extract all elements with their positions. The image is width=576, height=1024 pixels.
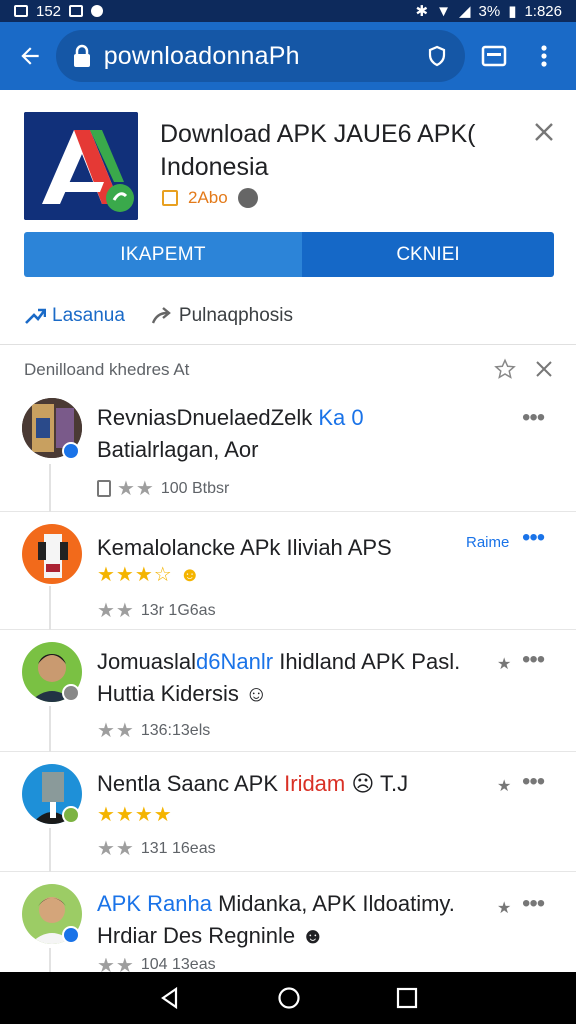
emoji-icon: ☻ xyxy=(179,564,202,586)
home-nav-icon[interactable] xyxy=(277,986,301,1010)
tab-bar: Lasanua Pulnaqphosis xyxy=(24,300,293,332)
close-icon[interactable] xyxy=(535,360,553,378)
lock-icon xyxy=(73,44,90,67)
star-rating-icon: ★★ xyxy=(97,838,135,860)
overflow-menu-icon[interactable] xyxy=(524,36,564,76)
app-meta: 2Abo xyxy=(162,188,258,208)
action-buttons: IKAPEMT CKNIEI xyxy=(24,232,554,277)
cancel-button[interactable]: CKNIEI xyxy=(302,232,554,277)
tab-label: Pulnaqphosis xyxy=(178,305,293,326)
star-rating-icon: ★★★★ xyxy=(97,804,173,826)
item-meta: 13r 1G6as xyxy=(140,601,216,619)
system-nav-bar xyxy=(0,972,576,1024)
list-item[interactable]: Nentla Saanc APK Iridam ☹ T.J ★★★★ ★ •••… xyxy=(0,752,576,872)
more-options-icon[interactable]: ••• xyxy=(522,646,545,674)
item-title: APK Ranha Midanka, APK Ildoatimy. Hrdiar… xyxy=(97,891,455,948)
app-logo-icon[interactable] xyxy=(24,112,138,220)
verified-badge-icon xyxy=(62,926,80,944)
item-title: RevniasDnuelaedZelk Ka 0 Batialrlagan, A… xyxy=(97,405,364,462)
trend-icon xyxy=(25,308,46,324)
bookmark-icon xyxy=(97,480,111,497)
more-options-icon[interactable]: ••• xyxy=(522,524,545,552)
list-item[interactable]: Kemalolancke APk Iliviah APS ★★★☆ ☻ Raim… xyxy=(0,512,576,630)
item-title: Kemalolancke APk Iliviah APS xyxy=(97,535,392,560)
tab-pulnaqphosis[interactable]: Pulnaqphosis xyxy=(151,305,293,327)
more-options-icon[interactable]: ••• xyxy=(522,768,545,796)
shield-icon[interactable] xyxy=(425,44,449,68)
star-rating-icon: ★★★☆ ☻ xyxy=(97,564,202,586)
emoji-icon: ☺ xyxy=(238,681,268,706)
tabs-button[interactable] xyxy=(475,36,515,76)
more-options-icon[interactable]: ••• xyxy=(522,890,545,918)
avatar xyxy=(22,524,82,584)
item-rating: ★★ 104 13eas xyxy=(97,958,216,972)
verified-badge-icon xyxy=(62,806,80,824)
item-rating: ★★ 136:13els xyxy=(97,720,211,742)
app-card: Download APK JAUE6 APK( Indonesia 2Abo I… xyxy=(0,90,576,345)
url-text: pownloadonnaPh xyxy=(103,41,300,70)
clock: 1:826 xyxy=(524,2,562,20)
star-rating-icon: ★★ xyxy=(97,720,135,742)
list-item[interactable]: RevniasDnuelaedZelk Ka 0 Batialrlagan, A… xyxy=(0,392,576,512)
status-left-text: 152 xyxy=(36,2,62,20)
list-item[interactable]: Jomuaslald6Nanlr Ihidland APK Pasl. Hutt… xyxy=(0,630,576,752)
item-title: Jomuaslald6Nanlr Ihidland APK Pasl. Hutt… xyxy=(97,649,461,706)
close-icon[interactable] xyxy=(530,118,558,146)
item-title: Nentla Saanc APK Iridam ☹ T.J xyxy=(97,771,409,796)
list-item[interactable]: APK Ranha Midanka, APK Ildoatimy. Hrdiar… xyxy=(0,872,576,972)
signal-icon: ◢ xyxy=(458,3,471,20)
star-icon[interactable]: ★ xyxy=(497,776,511,796)
bluetooth-icon: ✱ xyxy=(415,3,429,20)
battery-icon: ▮ xyxy=(508,3,517,20)
back-nav-icon[interactable] xyxy=(158,986,182,1010)
section-title: Denilloand khedres At xyxy=(24,360,190,379)
notification-icon-3 xyxy=(91,5,104,17)
star-rating-icon: ★★ xyxy=(117,478,155,500)
play-badge-icon xyxy=(62,684,80,702)
wifi-icon: ▼ xyxy=(436,2,451,20)
back-arrow-icon[interactable] xyxy=(12,38,48,74)
verified-badge-icon xyxy=(62,442,80,460)
status-bar: 152 ✱ ▼ ◢ 3% ▮ 1:826 xyxy=(0,0,576,22)
battery-text: 3% xyxy=(478,2,501,20)
share-arrow-icon xyxy=(151,307,171,324)
install-button[interactable]: IKAPEMT xyxy=(24,232,302,277)
emoji-icon: ☻ xyxy=(295,923,325,948)
browser-toolbar: pownloadonnaPh xyxy=(0,22,576,90)
star-icon[interactable]: ★ xyxy=(497,898,511,918)
globe-icon xyxy=(237,188,258,208)
item-rating: ★★ 131 16eas xyxy=(97,838,216,860)
more-options-icon[interactable]: ••• xyxy=(522,404,545,432)
tab-lasanua[interactable]: Lasanua xyxy=(24,305,125,327)
app-meta-text: 2Abo xyxy=(188,188,228,207)
tab-label: Lasanua xyxy=(52,305,125,326)
app-title: Download APK JAUE6 APK( Indonesia xyxy=(160,120,476,181)
url-bar[interactable]: pownloadonnaPh xyxy=(55,30,465,82)
download-list: RevniasDnuelaedZelk Ka 0 Batialrlagan, A… xyxy=(0,392,576,972)
star-outline-icon[interactable] xyxy=(494,358,516,380)
star-rating-icon: ★★ xyxy=(97,600,135,622)
recents-nav-icon[interactable] xyxy=(396,987,418,1009)
item-rating: ★★ 100 Btbsr xyxy=(97,476,229,501)
star-rating-icon: ★★ xyxy=(97,958,135,972)
item-link[interactable]: Raime xyxy=(466,534,509,551)
star-icon[interactable]: ★ xyxy=(497,654,511,674)
section-header: Denilloand khedres At xyxy=(0,346,576,392)
emoji-icon: ☹ xyxy=(345,771,375,796)
notification-icon xyxy=(14,5,28,17)
notification-icon-2 xyxy=(69,5,84,17)
item-rating: ★★ 13r 1G6as xyxy=(97,598,216,623)
category-icon xyxy=(162,190,178,206)
